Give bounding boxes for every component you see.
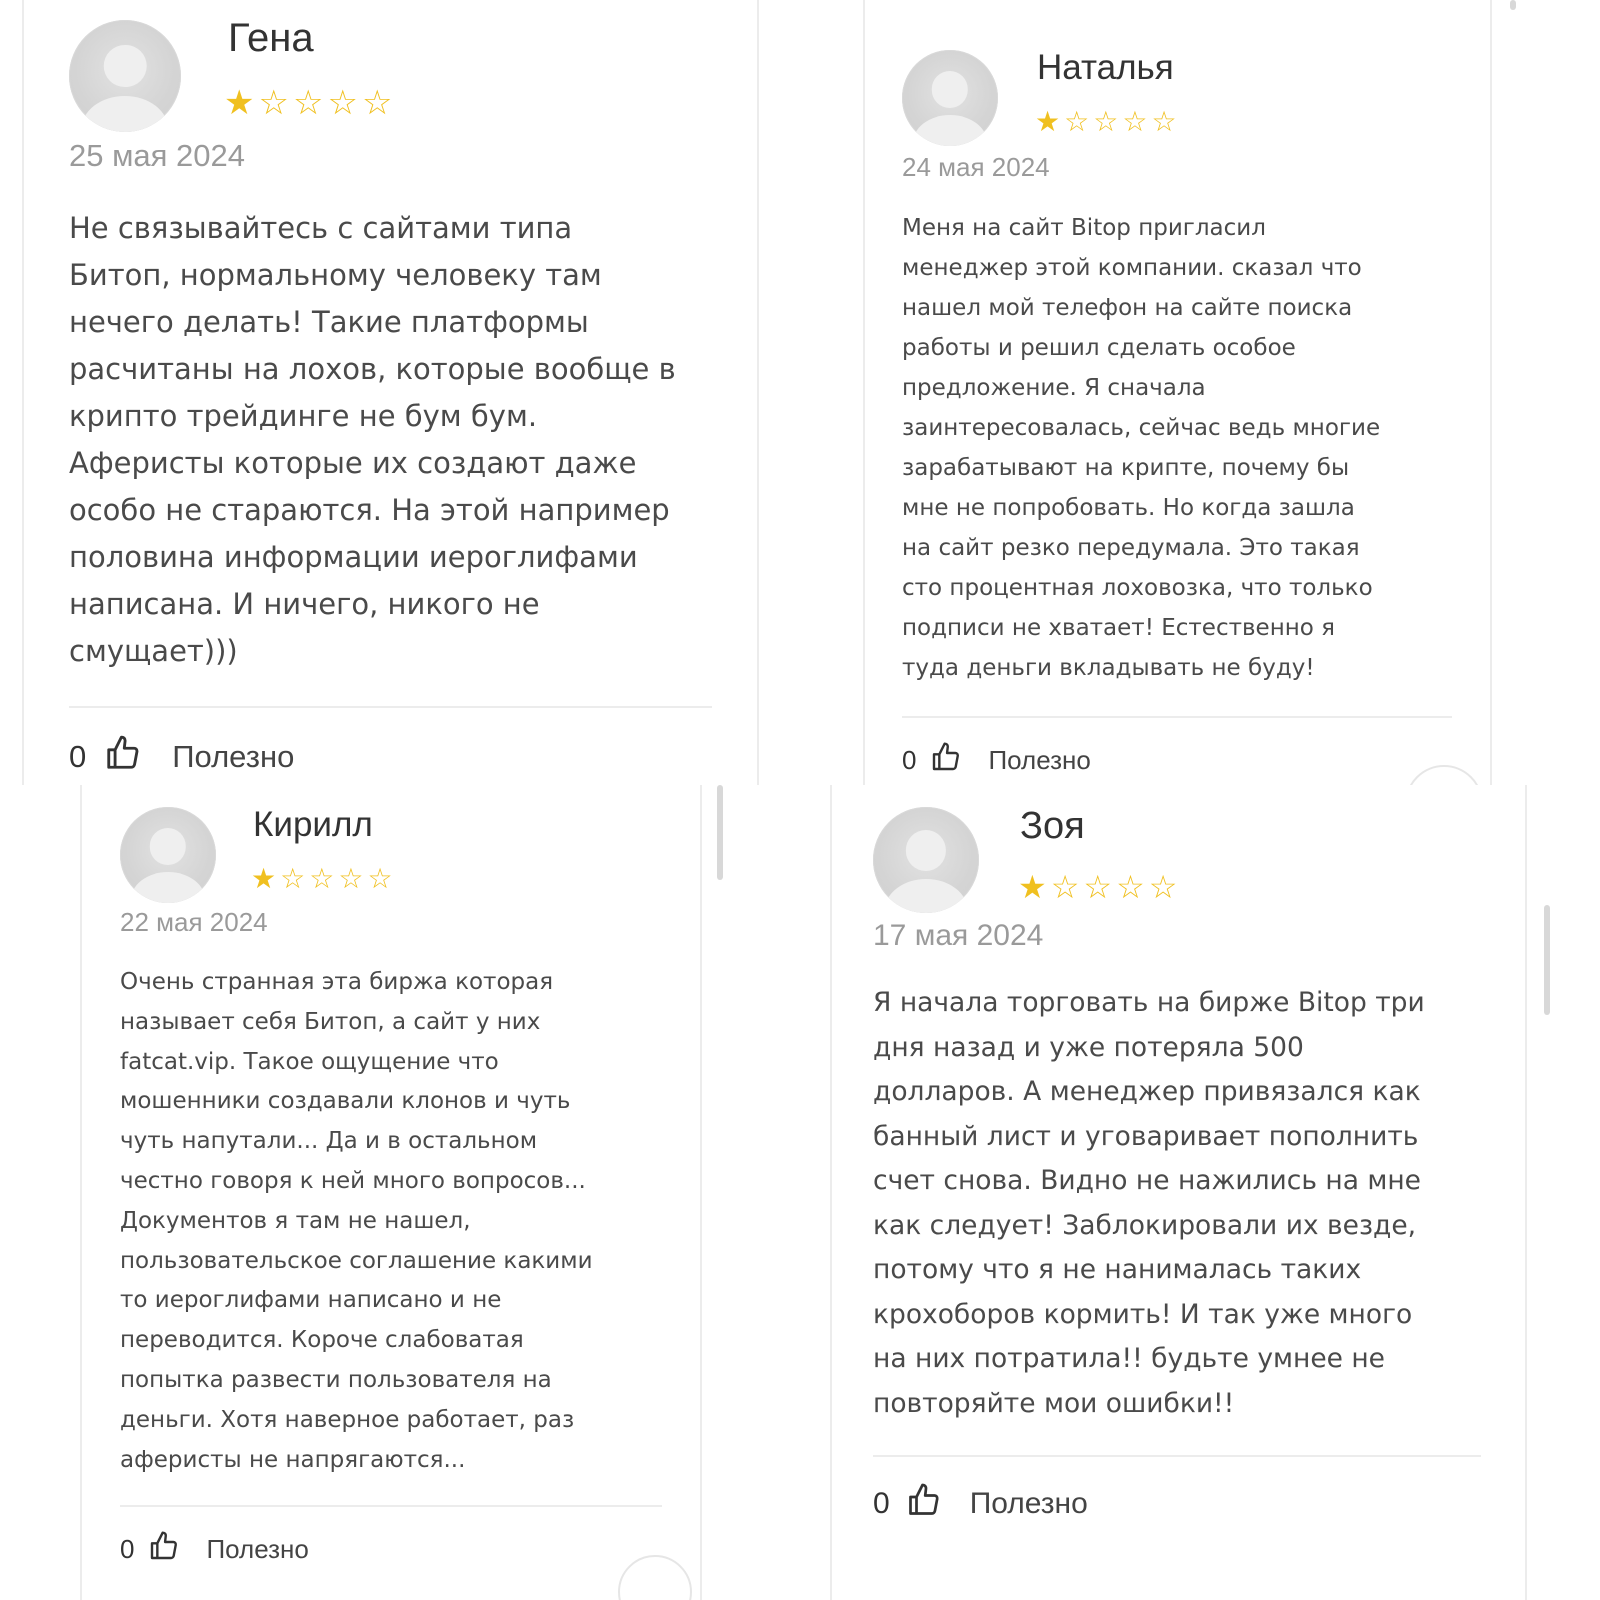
star-outline-icon: ☆: [258, 83, 289, 123]
star-outline-icon: ☆: [280, 862, 306, 895]
rating-stars: ★ ☆ ☆ ☆ ☆: [251, 865, 393, 893]
star-outline-icon: ☆: [1093, 105, 1119, 138]
avatar: [873, 807, 979, 913]
scrollbar[interactable]: [1510, 0, 1516, 10]
review-text: Я начала торговать на бирже Bitop три дн…: [873, 987, 1425, 1419]
star-outline-icon: ☆: [1151, 105, 1177, 138]
review-author: Гена: [228, 16, 314, 60]
scrollbar[interactable]: [1544, 905, 1550, 1015]
scroll-top-button[interactable]: [1405, 765, 1483, 785]
rating-stars: ★ ☆ ☆ ☆ ☆: [1018, 871, 1177, 903]
star-outline-icon: ☆: [338, 862, 364, 895]
thumbs-up-icon[interactable]: [930, 740, 962, 781]
review-date: 22 мая 2024: [120, 907, 268, 937]
review-author: Зоя: [1020, 805, 1085, 847]
review-date: 24 мая 2024: [902, 152, 1050, 182]
review-divider: [902, 716, 1452, 718]
star-filled-icon: ★: [224, 83, 255, 123]
review-panel-zoya: Зоя ★ ☆ ☆ ☆ ☆ 17 мая 2024 Я начала торго…: [780, 785, 1600, 1600]
like-count: 0: [902, 744, 917, 775]
review-panel-gena: Гена ★ ☆ ☆ ☆ ☆ 25 мая 2024 Не связывайте…: [0, 0, 780, 785]
useful-button[interactable]: Полезно: [172, 739, 294, 775]
panel-left-border: [22, 0, 24, 785]
panel-left-border: [863, 0, 865, 785]
avatar: [902, 50, 998, 146]
panel-left-border: [80, 785, 82, 1600]
like-count: 0: [873, 1487, 890, 1520]
star-filled-icon: ★: [1018, 868, 1047, 906]
star-filled-icon: ★: [1035, 105, 1061, 138]
useful-button[interactable]: Полезно: [970, 1487, 1088, 1521]
thumbs-up-icon[interactable]: [104, 733, 142, 781]
star-outline-icon: ☆: [1064, 105, 1090, 138]
thumbs-up-icon[interactable]: [148, 1529, 180, 1570]
rating-stars: ★ ☆ ☆ ☆ ☆: [224, 86, 392, 120]
review-author: Кирилл: [253, 805, 373, 844]
panel-right-border: [1490, 0, 1492, 785]
review-divider: [120, 1505, 662, 1507]
review-date: 25 мая 2024: [69, 138, 246, 173]
review-text: Очень странная эта биржа которая называе…: [120, 969, 593, 1473]
review-panel-natalya: Наталья ★ ☆ ☆ ☆ ☆ 24 мая 2024 Меня на са…: [780, 0, 1600, 785]
star-outline-icon: ☆: [1122, 105, 1148, 138]
star-outline-icon: ☆: [361, 83, 393, 123]
review-text: Не связывайтесь с сайтами типа Битоп, но…: [69, 211, 676, 668]
star-outline-icon: ☆: [309, 862, 335, 895]
scroll-top-button[interactable]: [618, 1555, 692, 1600]
like-count: 0: [120, 1533, 135, 1564]
useful-button[interactable]: Полезно: [988, 745, 1090, 776]
useful-button[interactable]: Полезно: [206, 1534, 308, 1565]
star-filled-icon: ★: [251, 862, 277, 895]
review-footer: 0 Полезно: [873, 1478, 1088, 1530]
like-count: 0: [69, 739, 87, 774]
review-text: Меня на сайт Bitop пригласил менеджер эт…: [902, 215, 1381, 681]
rating-stars: ★ ☆ ☆ ☆ ☆: [1035, 108, 1177, 136]
thumbs-up-icon[interactable]: [906, 1481, 942, 1527]
review-panel-kirill: Кирилл ★ ☆ ☆ ☆ ☆ 22 мая 2024 Очень стран…: [0, 785, 780, 1600]
panel-right-border: [1525, 785, 1527, 1600]
scrollbar[interactable]: [717, 785, 723, 880]
star-outline-icon: ☆: [1050, 868, 1080, 906]
review-divider: [873, 1455, 1481, 1457]
review-footer: 0 Полезно: [69, 730, 294, 784]
review-author: Наталья: [1037, 48, 1174, 87]
star-outline-icon: ☆: [1148, 868, 1178, 906]
review-date: 17 мая 2024: [873, 919, 1044, 952]
avatar: [120, 807, 216, 903]
review-footer: 0 Полезно: [902, 737, 1091, 783]
review-footer: 0 Полезно: [120, 1526, 309, 1572]
star-outline-icon: ☆: [367, 862, 393, 895]
star-outline-icon: ☆: [1083, 868, 1113, 906]
review-divider: [69, 706, 712, 708]
star-outline-icon: ☆: [1116, 868, 1145, 906]
panel-right-border: [757, 0, 759, 785]
panel-right-border: [700, 785, 702, 1600]
star-outline-icon: ☆: [327, 83, 358, 123]
star-outline-icon: ☆: [292, 83, 324, 123]
panel-left-border: [830, 785, 832, 1600]
avatar: [69, 20, 181, 132]
